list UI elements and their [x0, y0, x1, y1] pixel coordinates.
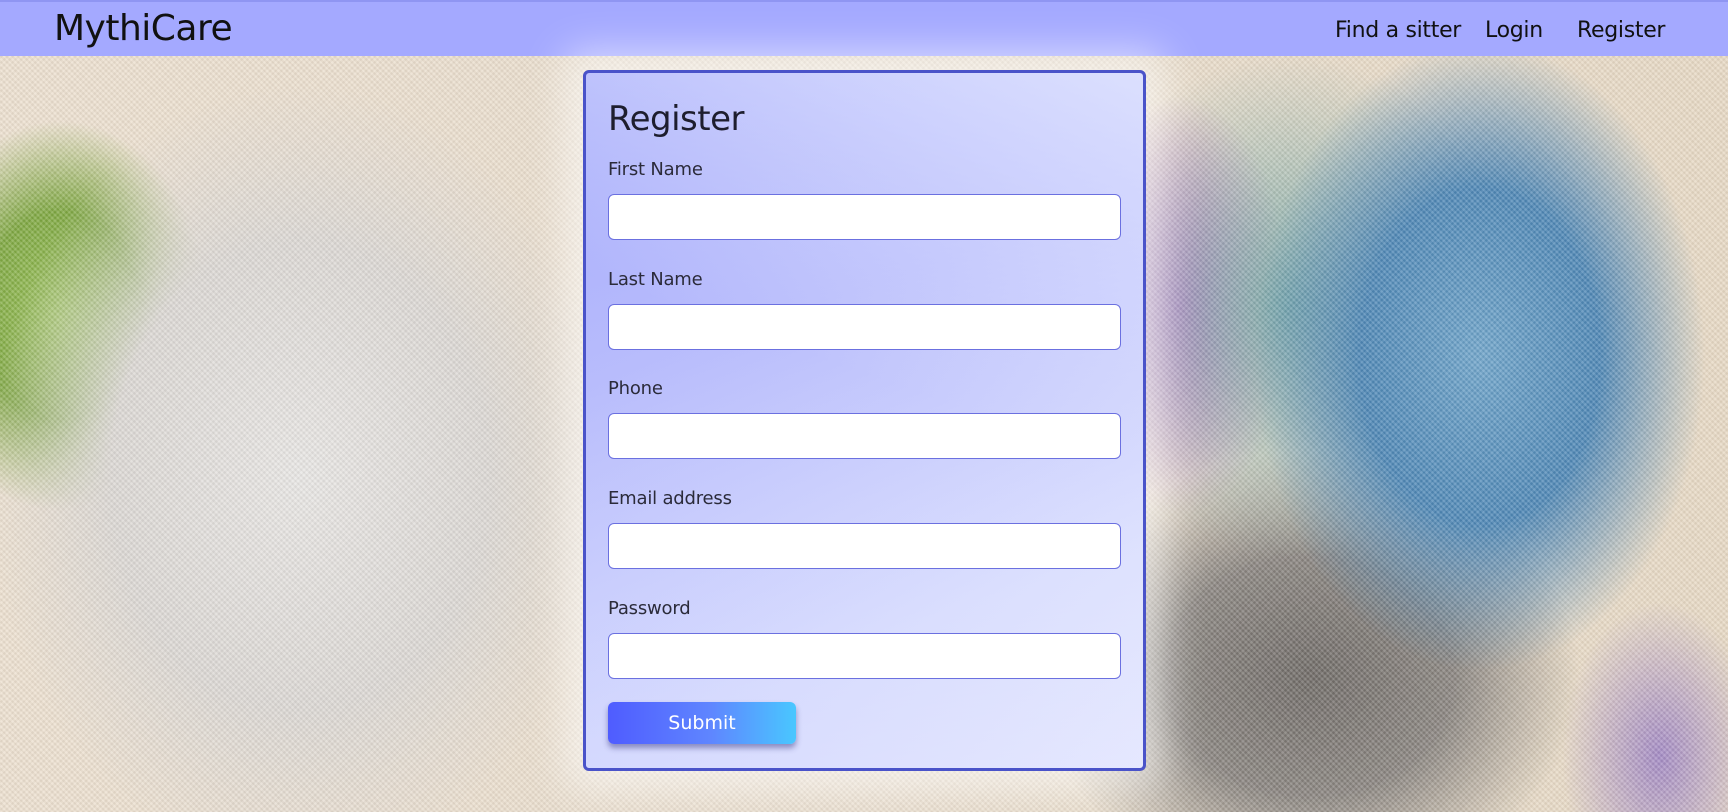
- password-input[interactable]: [608, 633, 1121, 679]
- phone-label: Phone: [608, 378, 663, 399]
- first-name-label: First Name: [608, 159, 703, 180]
- email-label: Email address: [608, 488, 732, 509]
- password-label: Password: [608, 598, 691, 619]
- brand-logo[interactable]: MythiCare: [54, 8, 233, 49]
- register-title: Register: [608, 99, 744, 139]
- nav-link-find-a-sitter[interactable]: Find a sitter: [1335, 18, 1461, 43]
- submit-button[interactable]: Submit: [608, 702, 796, 744]
- last-name-input[interactable]: [608, 304, 1121, 350]
- last-name-label: Last Name: [608, 269, 703, 290]
- top-navbar: MythiCare Find a sitter Login Register: [0, 0, 1728, 56]
- email-input[interactable]: [608, 523, 1121, 569]
- register-card: Register First Name Last Name Phone Emai…: [583, 70, 1146, 771]
- first-name-input[interactable]: [608, 194, 1121, 240]
- phone-input[interactable]: [608, 413, 1121, 459]
- nav-link-login[interactable]: Login: [1485, 18, 1543, 43]
- nav-link-register[interactable]: Register: [1577, 18, 1665, 43]
